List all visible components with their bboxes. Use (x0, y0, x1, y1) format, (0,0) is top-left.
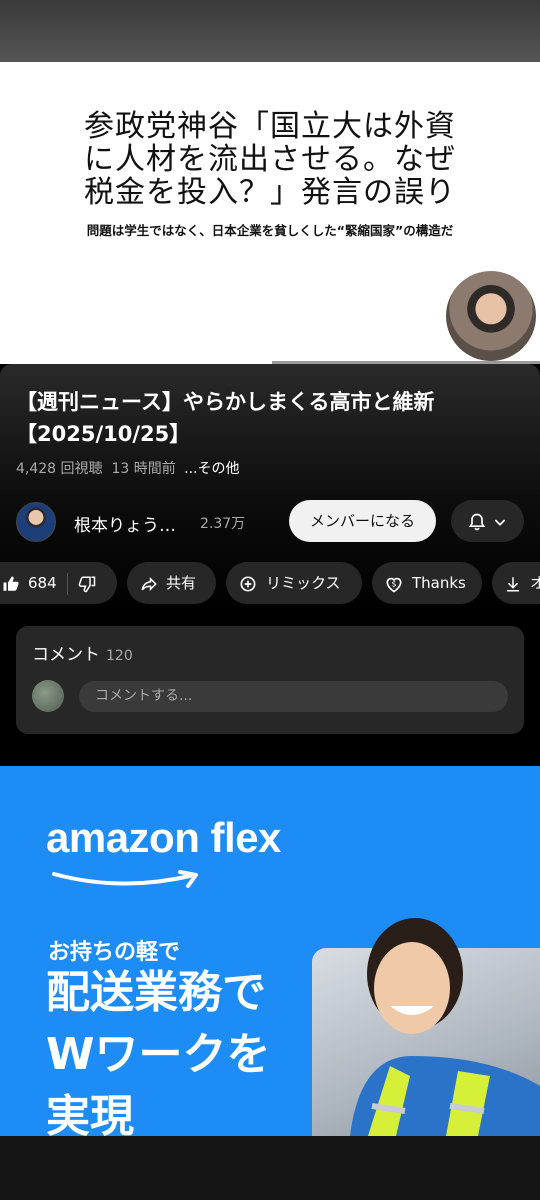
ad-headline-line: 実現 (46, 1091, 134, 1137)
comment-input[interactable]: コメントする... (79, 681, 508, 712)
share-icon (141, 576, 157, 591)
slide-title-line: 参政党神谷「国立大は外資 (84, 109, 456, 144)
amazon-smile-icon (52, 870, 198, 888)
like-count: 684 (28, 574, 57, 592)
user-avatar (32, 680, 64, 712)
notification-button[interactable] (451, 500, 524, 542)
video-title[interactable]: 【週刊ニュース】やらかしまくる高市と維新 【2025/10/25】 (16, 386, 516, 450)
comment-count: 120 (106, 648, 133, 664)
comments-title: コメント (32, 645, 100, 665)
remix-button[interactable]: リミックス (226, 562, 362, 604)
video-meta[interactable]: 4,428 回視聴 13 時間前 ...その他 (16, 458, 240, 478)
comments-header: コメント 120 (32, 640, 133, 665)
share-button[interactable]: 共有 (127, 562, 216, 604)
ad-person-image (350, 918, 540, 1136)
view-count: 4,428 回視聴 (16, 461, 103, 477)
like-dislike-button[interactable]: 684 (0, 562, 117, 604)
ad-headline-line: 配送業務で (46, 967, 266, 1018)
svg-text:$: $ (392, 579, 397, 588)
download-button[interactable]: オフ (492, 562, 540, 604)
presenter-thumbnail (446, 271, 536, 361)
slide-subtitle: 問題は学生ではなく、日本企業を貧しくした“緊縮国家”の構造だ (86, 223, 454, 238)
ad-tagline: お持ちの軽で (48, 940, 181, 965)
action-bar: 684 共有 リミックス $ Thanks オフ (0, 562, 540, 606)
bottom-bar (0, 1136, 540, 1200)
slide-title-line: に人材を流出させる。なぜ (84, 142, 456, 177)
bell-icon (468, 513, 486, 530)
slide-title-line: 税金を投入？」発言の誤り (84, 175, 456, 210)
comments-section[interactable]: コメント 120 コメントする... (16, 626, 524, 734)
share-label: 共有 (166, 574, 197, 592)
divider (66, 572, 68, 595)
video-player[interactable]: 参政党神谷「国立大は外資 に人材を流出させる。なぜ 税金を投入？」発言の誤り 問… (0, 62, 540, 364)
video-title-line: 【週刊ニュース】やらかしまくる高市と維新 (16, 390, 435, 414)
amazon-flex-logo: amazon flex (46, 814, 281, 861)
ad-headline-line: Wワークを (46, 1029, 271, 1080)
thumbs-down-icon[interactable] (78, 575, 96, 593)
chevron-down-icon (494, 518, 506, 526)
upload-time: 13 時間前 (111, 461, 176, 477)
thumbs-up-icon[interactable] (2, 575, 20, 593)
thanks-label: Thanks (412, 574, 466, 592)
advertisement-banner[interactable]: amazon flex お持ちの軽で 配送業務で Wワークを 実現 (0, 766, 540, 1136)
super-thanks-icon: $ (386, 577, 402, 592)
join-member-button[interactable]: メンバーになる (289, 500, 436, 542)
download-icon (507, 576, 519, 591)
more-link[interactable]: ...その他 (184, 461, 239, 477)
remix-label: リミックス (266, 574, 341, 592)
channel-row: 根本りょう… 2.37万 メンバーになる (16, 500, 526, 544)
download-label: オフ (530, 574, 540, 592)
status-bar (0, 0, 540, 62)
channel-name[interactable]: 根本りょう… (74, 511, 176, 536)
subscriber-count: 2.37万 (200, 516, 246, 532)
slide-title: 参政党神谷「国立大は外資 に人材を流出させる。なぜ 税金を投入？」発言の誤り (0, 110, 540, 209)
video-title-line: 【2025/10/25】 (16, 422, 191, 446)
thanks-button[interactable]: $ Thanks (372, 562, 482, 604)
channel-avatar[interactable] (16, 502, 56, 542)
remix-icon (240, 576, 256, 591)
